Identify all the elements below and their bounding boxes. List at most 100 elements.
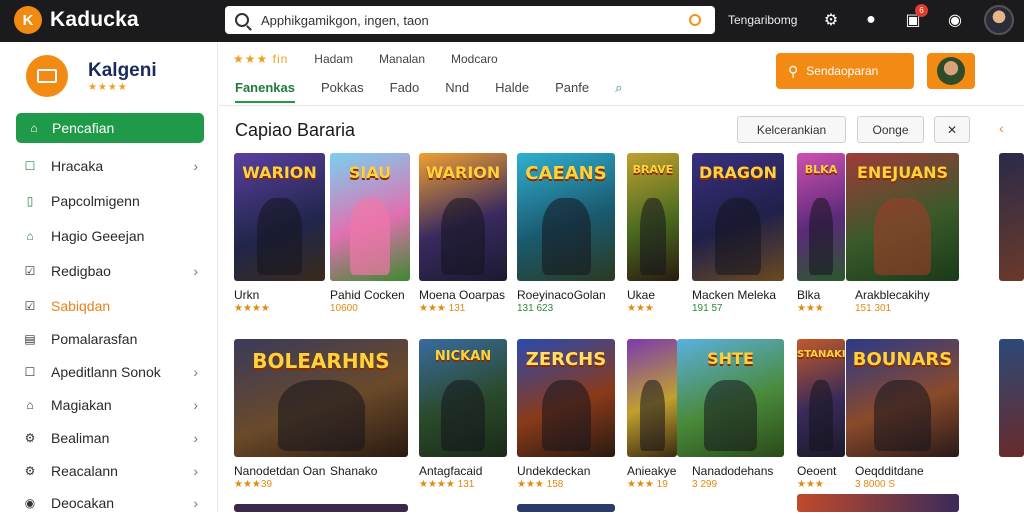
game-card-rating: 3 8000 S bbox=[855, 479, 896, 490]
user-icon: ⚲ bbox=[788, 62, 799, 79]
sort-button[interactable]: Oonge bbox=[857, 116, 924, 143]
network-icon[interactable]: ⚙ bbox=[820, 9, 842, 31]
game-card-title[interactable]: Anieakye bbox=[627, 464, 676, 478]
sidebar-item-8[interactable]: ⌂ Magiakan › bbox=[16, 392, 204, 418]
sidebar-item-7[interactable]: ☐ Apeditlann Sonok › bbox=[16, 359, 204, 385]
game-card-image[interactable]: ZERCHS bbox=[517, 339, 615, 457]
calendar-icon: ▤ bbox=[24, 332, 36, 346]
square-icon: ☐ bbox=[24, 159, 36, 173]
game-card-art-title: WARION bbox=[425, 163, 501, 182]
app-logo-icon[interactable]: K bbox=[14, 6, 42, 34]
game-card-art-title: CAEANS bbox=[525, 163, 607, 184]
subnav-item-2[interactable]: Manalan bbox=[379, 52, 425, 66]
search-input[interactable]: Apphikgamikgon, ingen, taon bbox=[225, 6, 715, 34]
search-submit-icon[interactable] bbox=[689, 14, 701, 26]
sidebar-item-3[interactable]: ⌂ Hagio Geeejan bbox=[16, 223, 204, 249]
game-card-title[interactable]: Nanodetdan Oan bbox=[234, 464, 325, 478]
game-card-image[interactable] bbox=[627, 339, 677, 457]
game-card-rating: ★★★★ 131 bbox=[419, 479, 475, 490]
game-card-title[interactable]: Shanako bbox=[330, 464, 377, 478]
game-card-title[interactable]: Nanadodehans bbox=[692, 464, 773, 478]
tab-search-icon[interactable]: ⌕ bbox=[615, 80, 622, 103]
tab-active[interactable]: Fanenkas bbox=[235, 80, 295, 103]
sidebar-item-label: Hracaka bbox=[51, 158, 104, 174]
sidebar-item-4[interactable]: ☑ Redigbao › bbox=[16, 258, 204, 284]
game-card-title[interactable]: Undekdeckan bbox=[517, 464, 590, 478]
game-card-title[interactable]: Moena Ooarpas bbox=[419, 288, 505, 302]
game-card-image[interactable]: BLKA bbox=[797, 153, 845, 281]
sidebar-item-5[interactable]: ☑ Sabiqdan bbox=[16, 293, 204, 319]
tab-5[interactable]: Halde bbox=[495, 80, 529, 103]
chevron-right-icon: › bbox=[193, 397, 198, 413]
game-card-image[interactable]: WARION bbox=[419, 153, 507, 281]
game-card-title[interactable]: Ukae bbox=[627, 288, 655, 302]
sidebar-item-9[interactable]: ⚙ Bealiman › bbox=[16, 425, 204, 451]
game-card-image[interactable] bbox=[999, 153, 1024, 281]
game-card-title[interactable]: Pahid Cocken bbox=[330, 288, 405, 302]
subnav-item-rating[interactable]: ★★★ fin bbox=[233, 52, 288, 66]
settings-icon[interactable]: ◉ bbox=[944, 9, 966, 31]
section-title: Capiao Bararia bbox=[235, 120, 356, 140]
sub-navigation: ★★★ fin Hadam Manalan Modcaro bbox=[233, 52, 524, 66]
game-card-image[interactable]: SHTE bbox=[677, 339, 784, 457]
game-card-image[interactable] bbox=[797, 494, 959, 512]
app-brand[interactable]: Kaducka bbox=[50, 8, 139, 32]
sidebar-item-2[interactable]: ▯ Papcolmigenn bbox=[16, 188, 204, 214]
game-card-image[interactable]: BRAVE bbox=[627, 153, 679, 281]
game-card-title[interactable]: Arakblecakihy bbox=[855, 288, 930, 302]
tab-6[interactable]: Panfe bbox=[555, 80, 589, 103]
game-card-art-title: SHTE bbox=[707, 349, 754, 368]
sidebar-item-6[interactable]: ▤ Pomalarasfan bbox=[16, 326, 204, 352]
sidebar-item-label: Pencafian bbox=[52, 120, 115, 136]
game-card-title[interactable]: Oeqdditdane bbox=[855, 464, 924, 478]
game-card-title[interactable]: Antagfacaid bbox=[419, 464, 482, 478]
game-card-rating: ★★★ bbox=[797, 479, 824, 490]
profile-button[interactable] bbox=[927, 53, 975, 89]
tab-2[interactable]: Pokkas bbox=[321, 80, 364, 103]
game-card-title[interactable]: Macken Meleka bbox=[692, 288, 776, 302]
home-icon: ⌂ bbox=[26, 398, 34, 412]
cta-label: Sendaoparan bbox=[806, 64, 879, 78]
game-card-image[interactable]: SIAU bbox=[330, 153, 410, 281]
sidebar-brand: Kalgeni bbox=[88, 60, 157, 81]
game-card-image[interactable]: STANAKIA bbox=[797, 339, 845, 457]
game-card-art-title: BOLEARHNS bbox=[252, 349, 390, 373]
game-card-rating: ★★★ 158 bbox=[517, 479, 564, 490]
sidebar: Kalgeni ★★★★ ⌂ Pencafian ☐ Hracaka › ▯ P… bbox=[0, 42, 218, 512]
game-card-image[interactable]: DRAGON bbox=[692, 153, 784, 281]
check-icon: ☑ bbox=[24, 299, 36, 313]
sidebar-item-1[interactable]: ☐ Hracaka › bbox=[16, 153, 204, 179]
top-link[interactable]: Tengaribomg bbox=[728, 13, 797, 27]
home-icon: ⌂ bbox=[30, 121, 38, 135]
subnav-item-3[interactable]: Modcaro bbox=[451, 52, 498, 66]
game-card-title[interactable]: Urkn bbox=[234, 288, 259, 302]
game-card-rating: ★★★39 bbox=[234, 479, 273, 490]
cta-button[interactable]: ⚲ Sendaoparan bbox=[776, 53, 914, 89]
subnav-item-1[interactable]: Hadam bbox=[314, 52, 353, 66]
user-avatar[interactable] bbox=[984, 5, 1014, 35]
game-card-image[interactable]: BOUNARS bbox=[846, 339, 959, 457]
filter-button[interactable]: Kelcerankian bbox=[737, 116, 846, 143]
game-card-image[interactable]: WARION bbox=[234, 153, 325, 281]
sidebar-logo-icon[interactable] bbox=[26, 55, 68, 97]
game-card-title[interactable]: Blka bbox=[797, 288, 820, 302]
tab-3[interactable]: Fado bbox=[390, 80, 420, 103]
game-card-image[interactable]: ENEJUANS bbox=[846, 153, 959, 281]
game-card-image[interactable] bbox=[234, 504, 408, 512]
tab-4[interactable]: Nnd bbox=[445, 80, 469, 103]
game-card-image[interactable] bbox=[517, 504, 615, 512]
game-card-image[interactable] bbox=[999, 339, 1024, 457]
notification-icon[interactable]: ● bbox=[860, 9, 882, 31]
game-card-title[interactable]: RoeyinacoGolan bbox=[517, 288, 606, 302]
game-card-image[interactable]: NICKAN bbox=[419, 339, 507, 457]
game-card-art-title: DRAGON bbox=[698, 163, 778, 182]
sidebar-item-11[interactable]: ◉ Deocakan › bbox=[16, 490, 204, 516]
sidebar-item-active[interactable]: ⌂ Pencafian bbox=[16, 113, 204, 143]
game-card-image[interactable]: BOLEARHNS bbox=[234, 339, 408, 457]
game-card-image[interactable]: CAEANS bbox=[517, 153, 615, 281]
prev-arrow-icon[interactable]: ‹ bbox=[999, 120, 1004, 136]
sidebar-item-10[interactable]: ⚙ Reacalann › bbox=[16, 458, 204, 484]
game-card-title[interactable]: Oeoent bbox=[797, 464, 836, 478]
close-button[interactable]: ✕ bbox=[934, 116, 970, 143]
game-card-art-title: ZERCHS bbox=[525, 349, 607, 370]
